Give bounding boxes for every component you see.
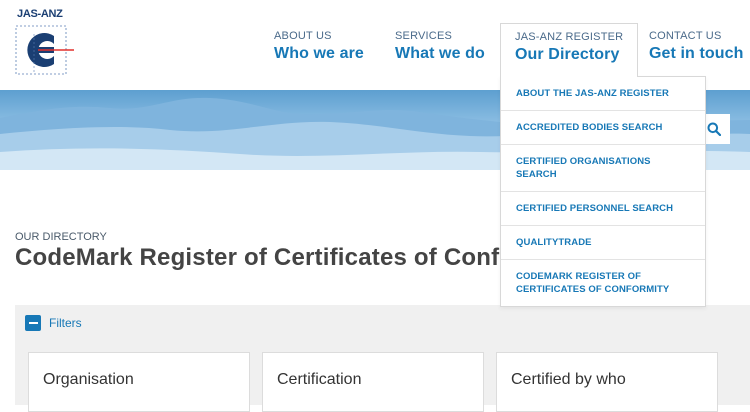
search-icon bbox=[707, 122, 721, 136]
logo-mark-icon bbox=[15, 25, 74, 75]
menu-item-about-register[interactable]: ABOUT THE JAS-ANZ REGISTER bbox=[501, 77, 705, 110]
jas-anz-logo[interactable]: JAS-ANZ bbox=[14, 8, 84, 78]
page-title: CodeMark Register of Certificates of Con… bbox=[15, 244, 574, 271]
nav-who-we-are-label: Who we are bbox=[274, 45, 364, 62]
nav-our-directory[interactable]: JAS-ANZ REGISTER Our Directory bbox=[500, 23, 639, 77]
nav-what-we-do[interactable]: SERVICES What we do bbox=[395, 30, 485, 63]
filters-label: Filters bbox=[49, 316, 82, 330]
logo-text: JAS-ANZ bbox=[17, 8, 63, 20]
filter-certified-by-who[interactable]: Certified by who bbox=[496, 352, 718, 412]
filters-panel: Filters Organisation Certification Certi… bbox=[15, 305, 750, 412]
nav-get-in-touch[interactable]: CONTACT US Get in touch bbox=[649, 30, 744, 63]
nav-our-directory-sub: JAS-ANZ REGISTER bbox=[515, 31, 624, 43]
breadcrumb: OUR DIRECTORY bbox=[15, 231, 107, 243]
site-header: JAS-ANZ ABOUT US Who we are SERVICES Wha… bbox=[0, 0, 750, 90]
filter-organisation-label: Organisation bbox=[43, 371, 134, 388]
directory-dropdown-menu: ABOUT THE JAS-ANZ REGISTER ACCREDITED BO… bbox=[500, 76, 706, 307]
nav-what-we-do-label: What we do bbox=[395, 45, 485, 62]
nav-who-we-are[interactable]: ABOUT US Who we are bbox=[274, 30, 364, 63]
minus-icon bbox=[25, 315, 41, 331]
menu-item-qualitytrade[interactable]: QUALITYTRADE bbox=[501, 225, 705, 259]
nav-get-in-touch-sub: CONTACT US bbox=[649, 30, 722, 42]
nav-what-we-do-sub: SERVICES bbox=[395, 30, 453, 42]
menu-item-accredited-bodies-search[interactable]: ACCREDITED BODIES SEARCH bbox=[501, 110, 705, 144]
menu-item-certified-personnel-search[interactable]: CERTIFIED PERSONNEL SEARCH bbox=[501, 191, 705, 225]
filter-organisation[interactable]: Organisation bbox=[28, 352, 250, 412]
filter-certified-by-who-label: Certified by who bbox=[511, 371, 626, 388]
menu-item-certified-organisations-search[interactable]: CERTIFIED ORGANISATIONS SEARCH bbox=[501, 144, 705, 191]
nav-our-directory-label: Our Directory bbox=[515, 46, 620, 63]
filters-toggle[interactable]: Filters bbox=[25, 315, 82, 331]
nav-get-in-touch-label: Get in touch bbox=[649, 45, 744, 62]
nav-who-we-are-sub: ABOUT US bbox=[274, 30, 332, 42]
filter-certification[interactable]: Certification bbox=[262, 352, 484, 412]
menu-item-codemark-register[interactable]: CODEMARK REGISTER OF CERTIFICATES OF CON… bbox=[501, 259, 705, 306]
filter-certification-label: Certification bbox=[277, 371, 362, 388]
